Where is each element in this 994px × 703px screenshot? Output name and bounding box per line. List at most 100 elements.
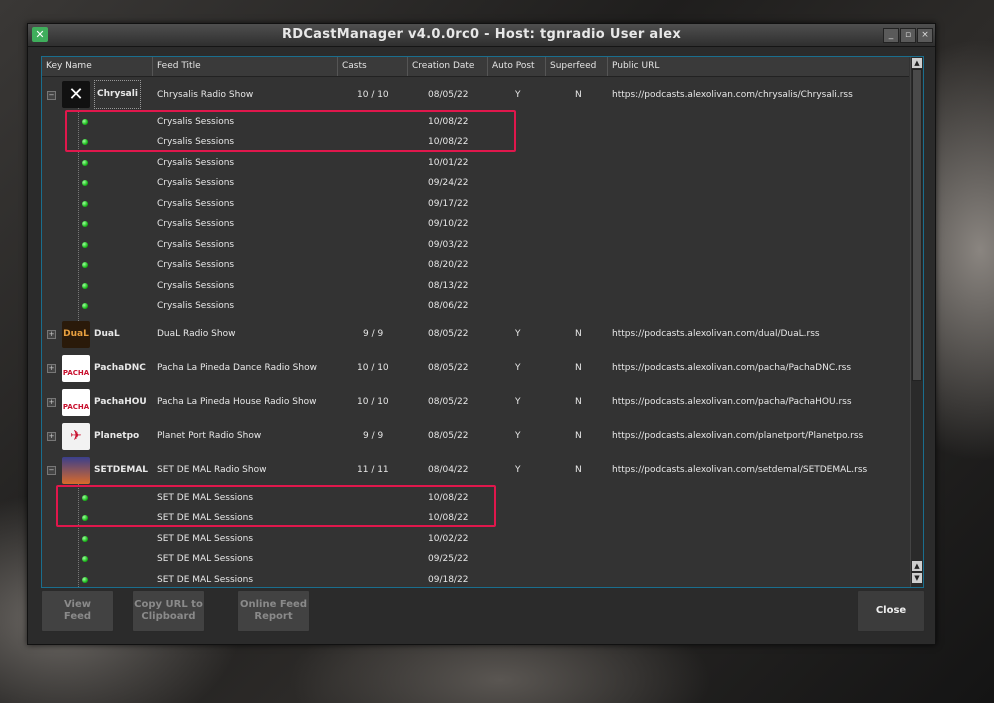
cast-title: Crysalis Sessions [157,260,235,270]
feed-row-planetpo[interactable]: + ✈ Planetpo Planet Port Radio Show 9 / … [42,419,909,453]
cast-title: Crysalis Sessions [157,240,235,250]
feed-auto-post: Y [515,90,521,100]
cast-row[interactable]: SET DE MAL Sessions 10/02/22 [42,529,909,549]
maximize-button[interactable]: ▫ [900,28,916,43]
expand-icon[interactable]: + [47,398,56,407]
feed-superfeed: N [575,90,582,100]
cast-title: Crysalis Sessions [157,281,235,291]
cast-title: SET DE MAL Sessions [157,575,254,585]
feed-title: Chrysalis Radio Show [157,90,254,100]
setdemal-logo-icon [62,457,90,484]
cast-date: 09/24/22 [428,178,469,188]
feed-row-pachahou[interactable]: + PACHA PachaHOU Pacha La Pineda House R… [42,385,909,419]
expand-icon[interactable]: + [47,432,56,441]
expand-icon[interactable]: + [47,330,56,339]
col-feed-title[interactable]: Feed Title [153,57,338,76]
feed-url: https://podcasts.alexolivan.com/planetpo… [612,431,864,441]
collapse-icon[interactable]: − [47,91,56,100]
feed-superfeed: N [575,397,582,407]
feed-casts: 9 / 9 [363,329,384,339]
cast-date: 08/20/22 [428,260,469,270]
cast-date: 09/10/22 [428,219,469,229]
cast-row[interactable]: Crysalis Sessions 09/17/22 [42,194,909,214]
feed-date: 08/05/22 [428,329,469,339]
cast-icon [82,180,88,186]
online-feed-report-button[interactable]: Online Feed Report [237,590,310,632]
feed-auto-post: Y [515,431,521,441]
cast-date: 08/06/22 [428,301,469,311]
close-window-button[interactable]: × [917,28,933,43]
cast-icon [82,262,88,268]
scroll-up-arrow-icon[interactable]: ▲ [912,58,922,68]
feed-key: PachaHOU [94,397,147,407]
col-key-name[interactable]: Key Name [42,57,153,76]
vertical-scrollbar[interactable]: ▲ ▲ ▼ [910,57,923,587]
view-feed-button[interactable]: View Feed [41,590,114,632]
feed-url: https://podcasts.alexolivan.com/dual/Dua… [612,329,820,339]
feed-title: SET DE MAL Radio Show [157,465,267,475]
scroll-thumb[interactable] [912,69,922,381]
col-auto-post[interactable]: Auto Post [488,57,546,76]
cast-row[interactable]: SET DE MAL Sessions 09/25/22 [42,549,909,569]
close-button[interactable]: Close [857,590,925,632]
feed-auto-post: Y [515,397,521,407]
feed-casts: 10 / 10 [357,90,389,100]
collapse-icon[interactable]: − [47,466,56,475]
feed-key: Chrysali [94,80,141,109]
cast-title: Crysalis Sessions [157,199,235,209]
feed-auto-post: Y [515,329,521,339]
col-creation-date[interactable]: Creation Date [408,57,488,76]
expand-icon[interactable]: + [47,364,56,373]
feed-url: https://podcasts.alexolivan.com/pacha/Pa… [612,397,852,407]
pacha-logo-icon: PACHA [62,355,90,382]
col-superfeed[interactable]: Superfeed [546,57,608,76]
cast-row[interactable]: Crysalis Sessions 09/03/22 [42,235,909,255]
col-public-url[interactable]: Public URL [608,57,909,76]
feed-row-chrysali[interactable]: − ✕ Chrysali Chrysalis Radio Show 10 / 1… [42,77,909,112]
cast-date: 08/13/22 [428,281,469,291]
cast-icon [82,536,88,542]
cast-row[interactable]: Crysalis Sessions 10/01/22 [42,153,909,173]
title-bar[interactable]: ✕ RDCastManager v4.0.0rc0 - Host: tgnrad… [28,24,935,47]
scroll-up-arrow-icon[interactable]: ▲ [912,561,922,571]
feed-date: 08/04/22 [428,465,469,475]
feed-row-pachadnc[interactable]: + PACHA PachaDNC Pacha La Pineda Dance R… [42,351,909,385]
col-casts[interactable]: Casts [338,57,408,76]
feed-key: PachaDNC [94,363,146,373]
scroll-down-arrow-icon[interactable]: ▼ [912,573,922,583]
feed-title: Pacha La Pineda Dance Radio Show [157,363,317,373]
cast-row[interactable]: Crysalis Sessions 08/20/22 [42,255,909,275]
feed-date: 08/05/22 [428,397,469,407]
cast-title: Crysalis Sessions [157,178,235,188]
feed-superfeed: N [575,363,582,373]
feed-casts: 9 / 9 [363,431,384,441]
highlight-box [56,485,496,527]
feed-key: SETDEMAL [94,465,149,475]
feed-date: 08/05/22 [428,431,469,441]
feed-title: Planet Port Radio Show [157,431,262,441]
feed-superfeed: N [575,431,582,441]
feed-casts: 10 / 10 [357,397,389,407]
feed-casts: 10 / 10 [357,363,389,373]
cast-row[interactable]: Crysalis Sessions 08/13/22 [42,276,909,296]
cast-date: 09/03/22 [428,240,469,250]
feed-row-setdemal[interactable]: − SETDEMAL SET DE MAL Radio Show 11 / 11… [42,453,909,487]
feed-key: Planetpo [94,431,140,441]
cast-icon [82,577,88,583]
feed-title: DuaL Radio Show [157,329,236,339]
feed-url: https://podcasts.alexolivan.com/pacha/Pa… [612,363,852,373]
minimize-button[interactable]: _ [883,28,899,43]
feed-url: https://podcasts.alexolivan.com/chrysali… [612,90,853,100]
cast-row[interactable]: Crysalis Sessions 09/10/22 [42,214,909,234]
copy-url-button[interactable]: Copy URL to Clipboard [132,590,205,632]
cast-row[interactable]: Crysalis Sessions 09/24/22 [42,173,909,193]
cast-row[interactable]: Crysalis Sessions 08/06/22 [42,296,909,316]
cast-title: Crysalis Sessions [157,301,235,311]
cast-row[interactable]: SET DE MAL Sessions 09/18/22 [42,570,909,587]
cast-date: 09/18/22 [428,575,469,585]
planetport-logo-icon: ✈ [62,423,90,450]
feed-date: 08/05/22 [428,363,469,373]
feed-row-dual[interactable]: + DuaL DuaL DuaL Radio Show 9 / 9 08/05/… [42,317,909,351]
cast-date: 09/17/22 [428,199,469,209]
cast-icon [82,160,88,166]
